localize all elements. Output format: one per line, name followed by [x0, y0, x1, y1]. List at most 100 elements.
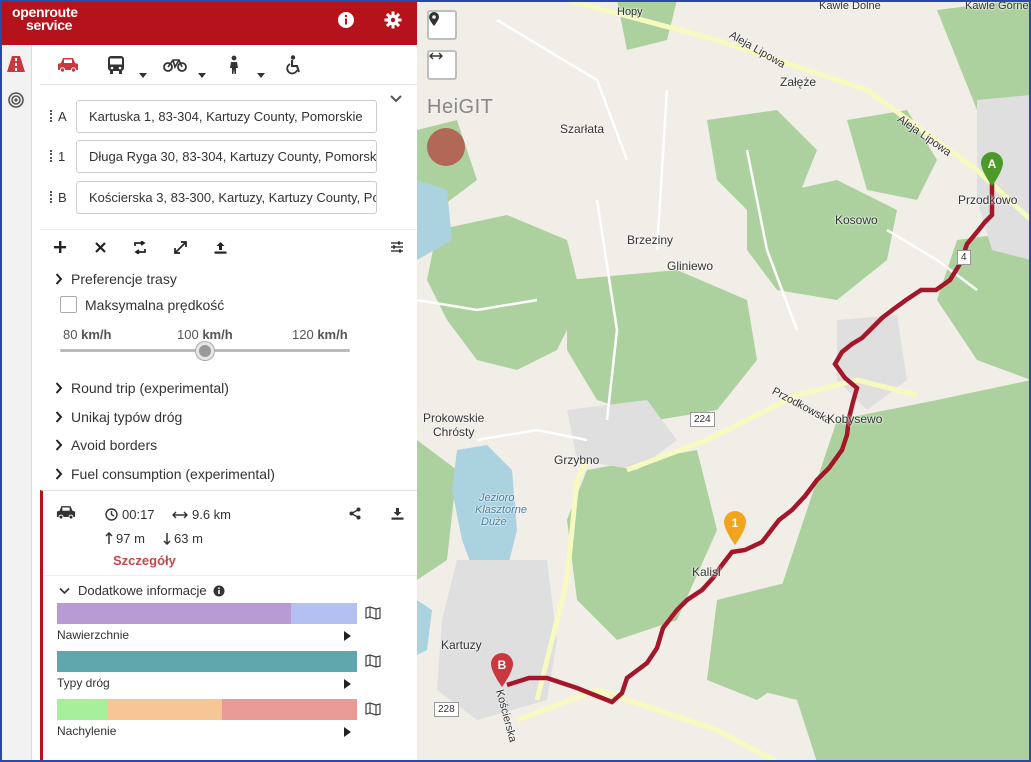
bicycle-mode-icon[interactable] — [158, 51, 192, 79]
ascent-value: 97 m — [116, 531, 145, 546]
details-link[interactable]: Szczegóły — [113, 553, 176, 568]
route-summary: 00:17 9.6 km 97 m 63 m Szczegóły Dodatko… — [40, 490, 417, 762]
place-label: Kartuzy — [441, 638, 482, 652]
avoid-road-types-toggle[interactable]: Unikaj typów dróg — [54, 407, 182, 427]
map-canvas — [417, 0, 1031, 762]
walking-dropdown-caret[interactable] — [257, 73, 265, 78]
chevron-right-icon — [55, 468, 63, 480]
waytype-bar[interactable] — [57, 651, 357, 672]
extra-info-label: Dodatkowe informacje — [78, 583, 207, 598]
drag-handle-icon[interactable] — [50, 191, 53, 203]
bar-segment[interactable] — [57, 603, 291, 624]
fuel-consumption-toggle[interactable]: Fuel consumption (experimental) — [54, 464, 275, 484]
fit-bounds-expand-icon[interactable] — [171, 238, 189, 256]
descent: 63 m — [163, 531, 203, 546]
settings-gear-icon[interactable] — [384, 11, 402, 29]
info-circle-icon[interactable] — [213, 585, 225, 597]
add-waypoint-icon[interactable] — [51, 238, 69, 256]
top-bar: openroute service — [0, 0, 417, 45]
expand-horizontal-icon[interactable] — [427, 50, 457, 80]
waypoint-input-via[interactable]: Długa Ryga 30, 83-304, Kartuzy County, P… — [76, 140, 377, 173]
play-triangle-icon[interactable] — [344, 631, 351, 641]
bar-segment[interactable] — [57, 651, 357, 672]
speed-tick-120: 120 km/h — [292, 327, 348, 342]
bus-dropdown-caret[interactable] — [139, 73, 147, 78]
chevron-right-icon — [55, 273, 63, 285]
car-mode-icon[interactable] — [51, 51, 85, 79]
left-rail — [0, 45, 32, 762]
waypoints-form: A Kartuska 1, 83-304, Kartuzy County, Po… — [40, 85, 417, 228]
place-label: Szarłata — [560, 122, 605, 136]
map-icon[interactable] — [365, 702, 381, 716]
road-number-shield: 224 — [690, 412, 715, 427]
walking-mode-icon[interactable] — [217, 51, 251, 79]
share-icon[interactable] — [349, 507, 361, 520]
speed-slider-handle[interactable] — [196, 342, 214, 360]
avoid-borders-toggle[interactable]: Avoid borders — [54, 435, 157, 455]
duration-value: 00:17 — [122, 507, 155, 522]
bar-segment[interactable] — [108, 699, 222, 720]
collapse-chevron-icon[interactable] — [389, 93, 403, 105]
place-label: Grzybno — [554, 453, 600, 467]
waytype-label: Typy dróg — [57, 676, 110, 690]
waypoint-row-1: 1 Długa Ryga 30, 83-304, Kartuzy County,… — [48, 140, 378, 173]
upload-icon[interactable] — [211, 238, 229, 256]
surface-bar[interactable] — [57, 603, 357, 624]
arrow-up-icon — [105, 532, 113, 544]
place-label: Załęże — [780, 75, 817, 89]
wheelchair-mode-icon[interactable] — [276, 51, 310, 79]
surface-label: Nawierzchnie — [57, 628, 130, 642]
bus-mode-icon[interactable] — [99, 51, 133, 79]
lake-label: Duże — [481, 516, 507, 528]
extra-info-toggle[interactable]: Dodatkowe informacje — [59, 583, 225, 598]
bar-segment[interactable] — [57, 699, 108, 720]
place-label: Brzeziny — [627, 233, 674, 247]
route-preferences-label: Preferencje trasy — [71, 271, 177, 287]
heigit-watermark: HeiGIT — [427, 96, 494, 118]
reverse-route-icon[interactable] — [131, 238, 149, 256]
locate-pin-icon[interactable] — [427, 10, 457, 40]
round-trip-label: Round trip (experimental) — [71, 380, 229, 396]
drag-handle-icon[interactable] — [50, 150, 53, 162]
start-marker-label: A — [988, 157, 997, 171]
round-trip-toggle[interactable]: Round trip (experimental) — [54, 378, 229, 398]
bar-segment[interactable] — [222, 699, 357, 720]
distance: 9.6 km — [172, 507, 231, 522]
drag-handle-icon[interactable] — [50, 110, 53, 122]
map-icon[interactable] — [365, 606, 381, 620]
play-triangle-icon[interactable] — [344, 727, 351, 737]
map-icon[interactable] — [365, 654, 381, 668]
max-speed-checkbox[interactable] — [60, 296, 77, 313]
fuel-consumption-label: Fuel consumption (experimental) — [71, 466, 275, 482]
app-logo[interactable]: openroute service — [12, 5, 78, 32]
start-marker-pin[interactable]: A — [979, 151, 1005, 187]
heigit-logo-circle — [427, 128, 465, 166]
bar-segment[interactable] — [291, 603, 357, 624]
map-view[interactable]: HeiGIT Hopy Kawle Dolne Kawle Górne Alej… — [417, 0, 1031, 762]
play-triangle-icon[interactable] — [344, 679, 351, 689]
waypoint-input-end[interactable]: Kościerska 3, 83-300, Kartuzy, Kartuzy C… — [76, 181, 377, 214]
info-icon[interactable] — [337, 11, 355, 29]
bicycle-dropdown-caret[interactable] — [198, 73, 206, 78]
isochrones-target-icon[interactable] — [6, 90, 26, 110]
waypoint-input-start[interactable]: Kartuska 1, 83-304, Kartuzy County, Pomo… — [76, 100, 377, 133]
descent-value: 63 m — [174, 531, 203, 546]
route-preferences-toggle[interactable]: Preferencje trasy — [54, 269, 177, 289]
download-icon[interactable] — [391, 507, 404, 520]
routing-panel: A Kartuska 1, 83-304, Kartuzy County, Po… — [40, 45, 417, 762]
via-marker-pin[interactable]: 1 — [722, 510, 748, 546]
directions-road-icon[interactable] — [6, 54, 26, 74]
place-label: Hopy — [617, 6, 643, 18]
waypoint-row-b: B Kościerska 3, 83-300, Kartuzy, Kartuzy… — [48, 181, 378, 214]
end-marker-pin[interactable]: B — [489, 652, 515, 688]
place-label: Kawle Górne — [965, 0, 1029, 12]
steepness-bar[interactable] — [57, 699, 357, 720]
route-settings-sliders-icon[interactable] — [388, 238, 406, 256]
clock-icon — [105, 508, 118, 521]
place-label: Chrósty — [433, 425, 475, 439]
chevron-right-icon — [55, 382, 63, 394]
via-marker-label: 1 — [732, 516, 739, 530]
speed-tick-100: 100 km/h — [177, 327, 233, 342]
waypoint-label: 1 — [58, 149, 66, 164]
clear-close-icon[interactable] — [91, 238, 109, 256]
